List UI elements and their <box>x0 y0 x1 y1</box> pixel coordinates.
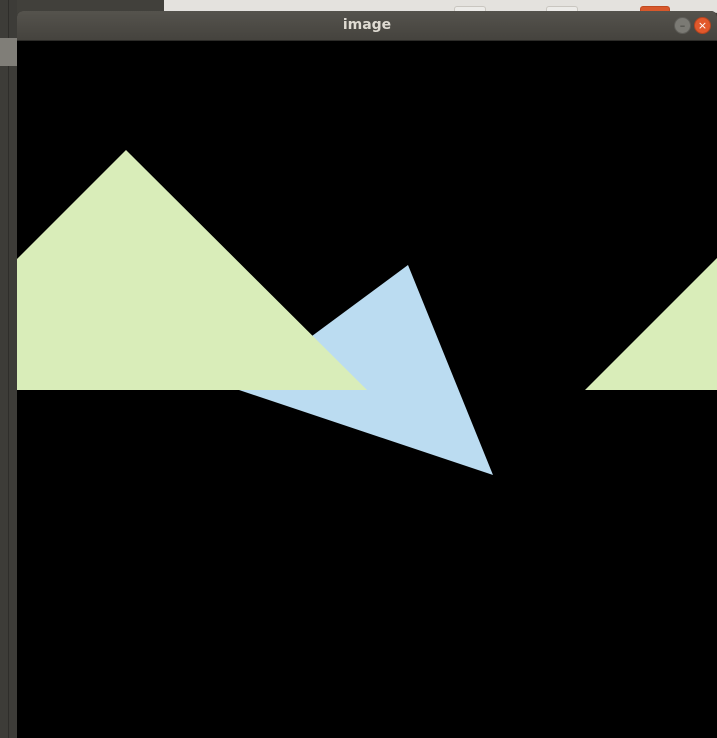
minimize-icon: – <box>679 19 686 32</box>
close-icon: × <box>697 19 708 32</box>
window-title: image <box>342 17 392 33</box>
image-canvas <box>17 41 717 738</box>
image-window: image – × <box>17 11 717 738</box>
dock-scroll-highlight <box>0 38 17 66</box>
close-button[interactable]: × <box>694 17 711 34</box>
desktop: image – × <box>0 0 717 738</box>
dock-edge <box>0 0 17 738</box>
minimize-button[interactable]: – <box>674 17 691 34</box>
canvas-svg <box>17 41 717 738</box>
dock-divider <box>8 0 9 738</box>
window-titlebar[interactable]: image – × <box>17 11 717 41</box>
